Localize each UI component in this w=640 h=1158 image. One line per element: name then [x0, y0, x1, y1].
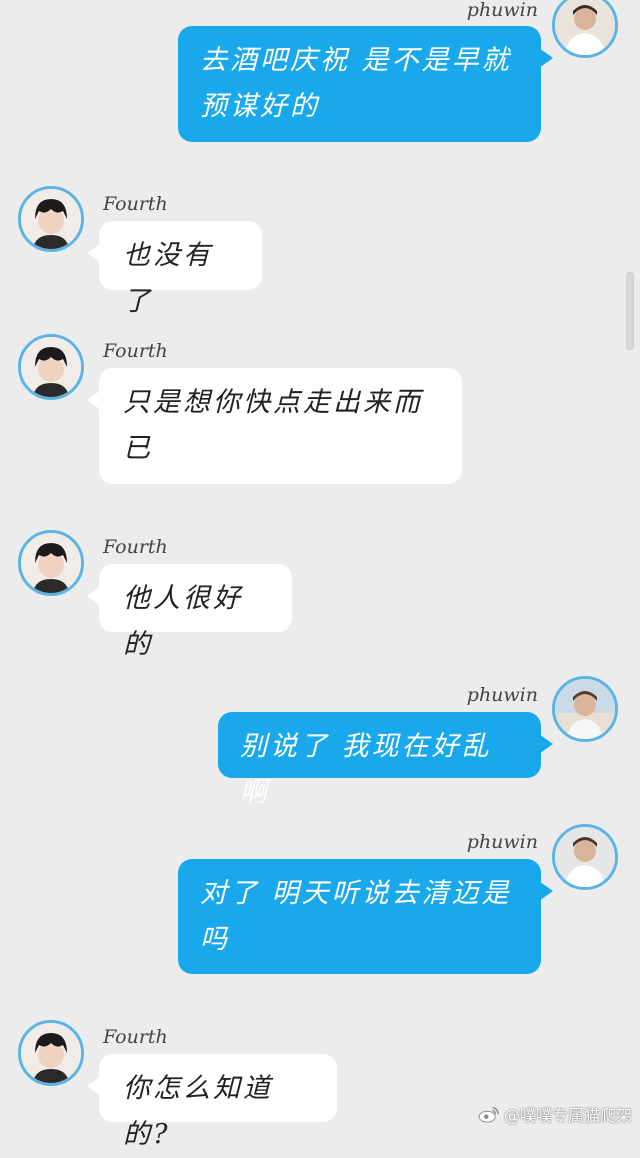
watermark-text: @噗噗专属猫爬架 — [503, 1106, 632, 1125]
message-bubble[interactable]: 去酒吧庆祝 是不是早就预谋好的 — [178, 26, 553, 142]
message-bubble[interactable]: 他人很好的 — [87, 564, 292, 660]
message-bubble[interactable]: 只是想你快点走出来而已 — [87, 368, 462, 484]
contact-avatar[interactable] — [18, 334, 84, 400]
user-avatar[interactable] — [552, 0, 618, 58]
contact-avatar[interactable] — [18, 1020, 84, 1086]
user-avatar[interactable] — [552, 824, 618, 890]
message-bubble[interactable]: 别说了 我现在好乱啊 — [218, 712, 553, 808]
person-photo-icon — [21, 1023, 81, 1083]
sender-name: Fourth — [103, 536, 168, 558]
weibo-icon — [478, 1107, 499, 1123]
sender-name: Fourth — [103, 1026, 168, 1048]
scrollbar[interactable] — [626, 272, 634, 350]
sender-name: phuwin — [466, 831, 538, 853]
message-bubble[interactable]: 你怎么知道的? — [87, 1054, 337, 1150]
person-photo-icon — [555, 0, 615, 55]
sender-name: phuwin — [466, 684, 538, 706]
watermark: @噗噗专属猫爬架 — [478, 1102, 632, 1126]
user-avatar[interactable] — [552, 676, 618, 742]
person-photo-icon — [21, 189, 81, 249]
sender-name: phuwin — [466, 0, 538, 21]
message-bubble[interactable]: 也没有了 — [87, 221, 262, 317]
sender-name: Fourth — [103, 193, 168, 215]
contact-avatar[interactable] — [18, 186, 84, 252]
message-bubble[interactable]: 对了 明天听说去清迈是吗 — [178, 859, 553, 974]
sender-name: Fourth — [103, 340, 168, 362]
contact-avatar[interactable] — [18, 530, 84, 596]
person-photo-icon — [21, 533, 81, 593]
person-photo-icon — [555, 827, 615, 887]
person-photo-icon — [21, 337, 81, 397]
person-photo-icon — [555, 679, 615, 739]
